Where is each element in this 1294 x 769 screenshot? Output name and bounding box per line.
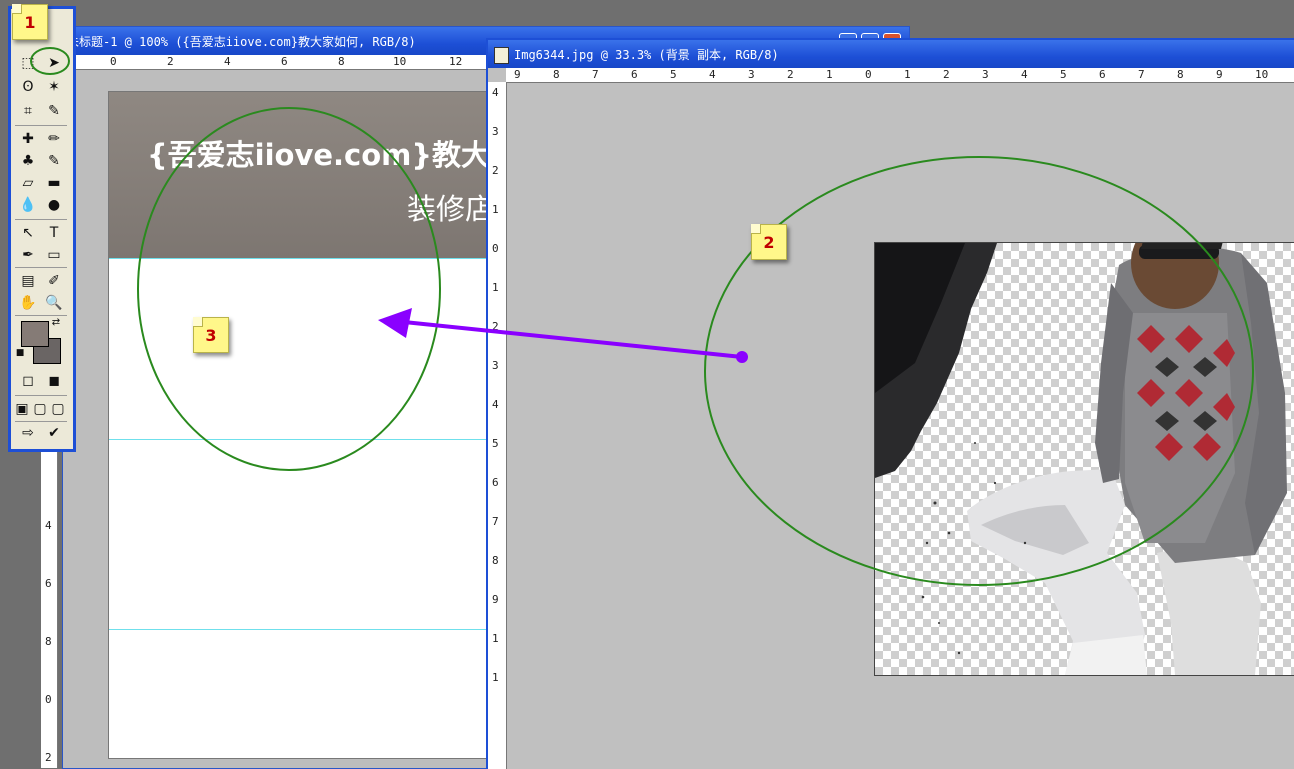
step-note-3: 3	[193, 317, 229, 353]
step-note-1: 1	[12, 4, 48, 40]
drag-arrow-start-dot	[736, 351, 748, 363]
step-note-2: 2	[751, 224, 787, 260]
drag-arrow-head	[378, 308, 412, 338]
highlight-ellipse-target	[137, 107, 441, 471]
annotation-overlay	[30, 47, 1254, 586]
highlight-ellipse-move-tool	[30, 47, 70, 75]
drag-arrow-line	[403, 320, 743, 359]
highlight-ellipse-source	[704, 156, 1254, 586]
